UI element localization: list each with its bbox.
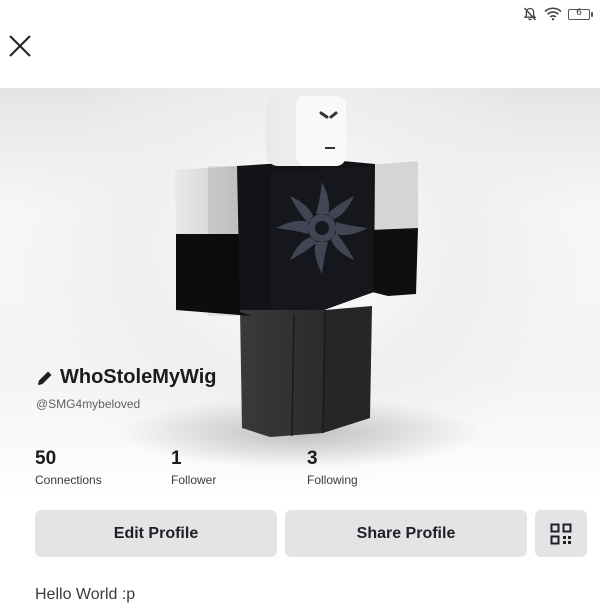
display-name: WhoStoleMyWig [60,366,217,388]
stat-following[interactable]: 3 Following [307,448,358,487]
display-name-row[interactable]: WhoStoleMyWig [36,366,216,389]
close-button[interactable] [6,32,34,60]
battery-level: 6 [576,7,582,18]
wifi-icon [544,7,562,21]
stat-value: 50 [35,448,57,469]
battery-icon: 6 [568,7,593,20]
username: @SMG4mybeloved [36,397,141,411]
edit-profile-button[interactable]: Edit Profile [35,510,277,557]
pencil-icon[interactable] [36,369,54,387]
share-profile-button[interactable]: Share Profile [285,510,527,557]
stat-value: 1 [171,448,182,469]
stat-label: Following [307,473,358,487]
stat-label: Connections [35,473,102,487]
qr-code-button[interactable] [535,510,587,557]
qr-code-icon [550,523,572,544]
bell-muted-icon [523,7,537,21]
status-bar: 6 [522,4,593,24]
stat-followers[interactable]: 1 Follower [171,448,216,487]
stat-label: Follower [171,473,217,487]
stat-connections[interactable]: 50 Connections [35,448,102,487]
stat-value: 3 [307,448,318,469]
bio-text: Hello World :p [35,586,136,603]
avatar-figure[interactable] [0,88,600,500]
close-icon [9,35,31,57]
